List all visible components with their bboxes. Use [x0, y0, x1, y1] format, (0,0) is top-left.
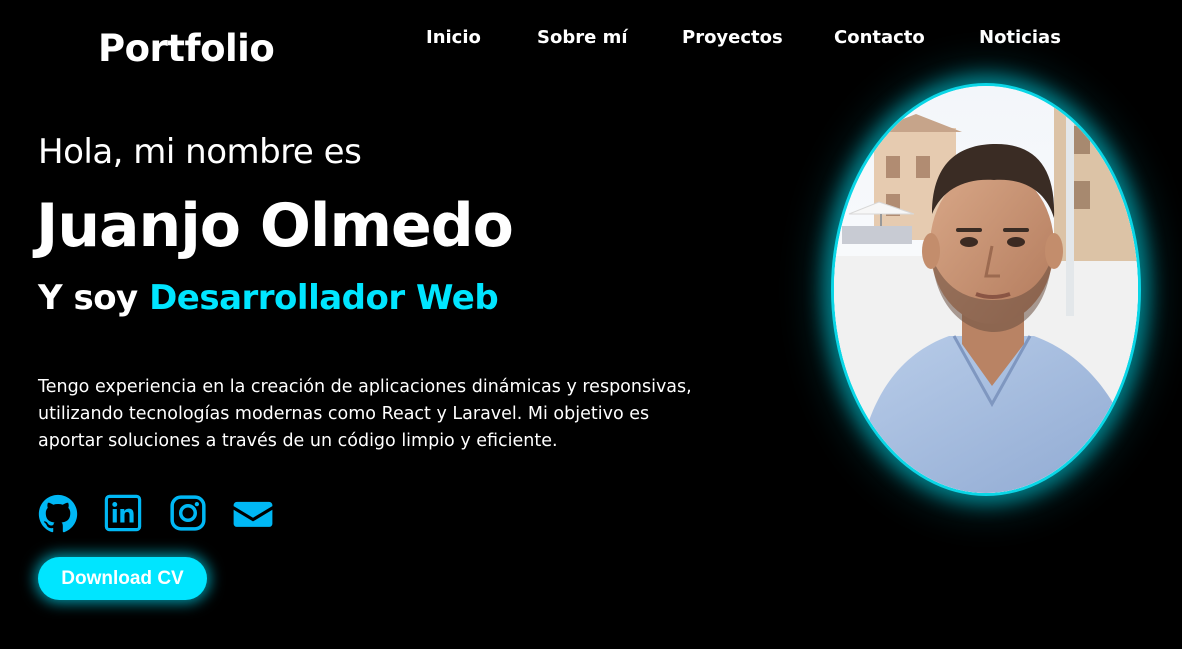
hero-role: Y soy Desarrollador Web — [38, 278, 499, 319]
instagram-icon — [170, 495, 206, 531]
hero-description: Tengo experiencia en la creación de apli… — [38, 377, 692, 451]
email-link[interactable] — [232, 494, 274, 534]
main-nav: Inicio Sobre mí Proyectos Contacto Notic… — [0, 26, 1182, 56]
github-icon — [38, 494, 78, 533]
envelope-icon — [233, 501, 273, 527]
nav-link-noticias[interactable]: Noticias — [979, 26, 1061, 50]
role-prefix: Y soy — [38, 278, 138, 318]
role-highlight: Desarrollador Web — [149, 278, 499, 318]
profile-photo — [831, 83, 1141, 496]
profile-photo-illustration — [834, 86, 1138, 493]
nav-link-sobre-mi[interactable]: Sobre mí — [537, 26, 628, 50]
hero-name: Juanjo Olmedo — [36, 191, 514, 261]
nav-link-proyectos[interactable]: Proyectos — [682, 26, 783, 50]
github-link[interactable] — [38, 494, 78, 534]
hero-greeting: Hola, mi nombre es — [38, 132, 362, 172]
download-cv-button[interactable]: Download CV — [38, 557, 207, 600]
linkedin-link[interactable] — [104, 494, 142, 532]
instagram-link[interactable] — [169, 494, 207, 532]
linkedin-icon — [104, 494, 142, 532]
portfolio-page: Portfolio Inicio Sobre mí Proyectos Cont… — [0, 0, 1182, 649]
nav-link-inicio[interactable]: Inicio — [426, 26, 481, 50]
nav-link-contacto[interactable]: Contacto — [834, 26, 925, 50]
